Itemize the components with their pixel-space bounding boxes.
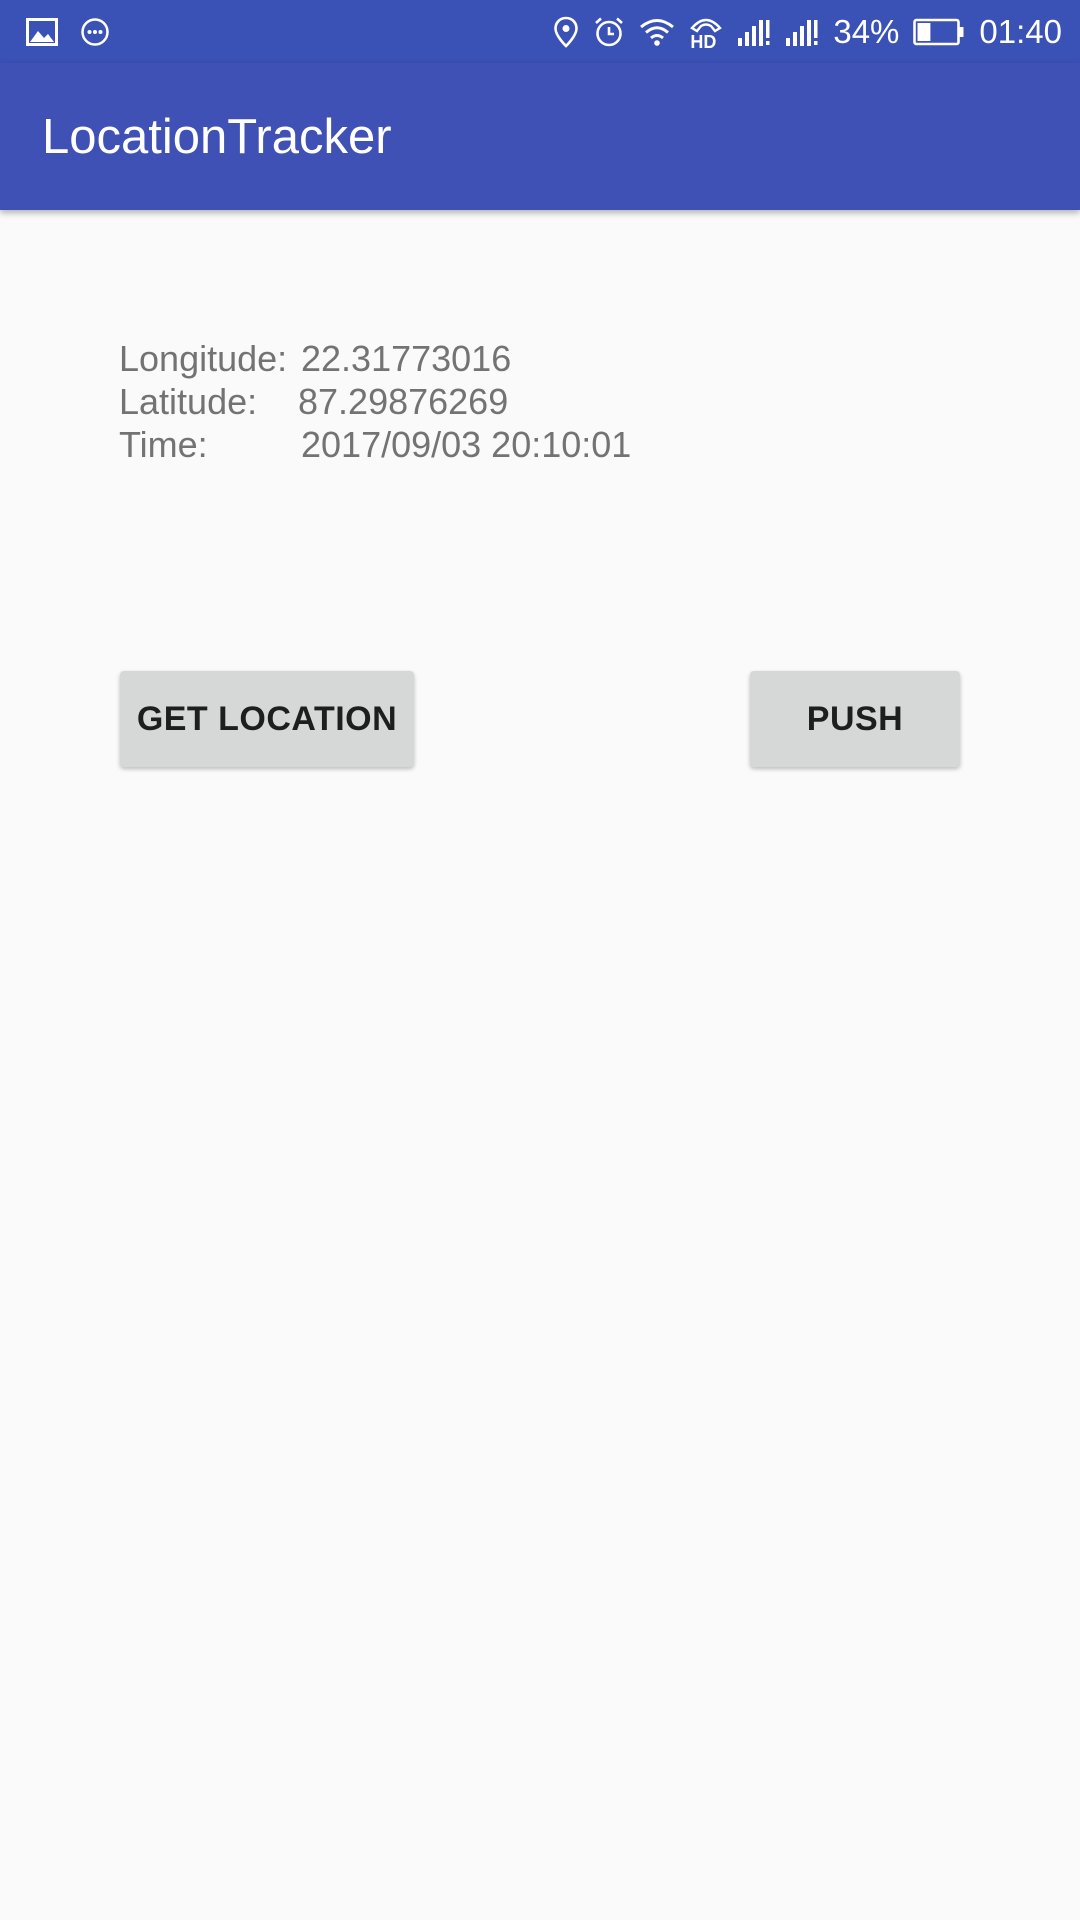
- image-icon: [26, 18, 58, 46]
- get-location-button[interactable]: GET LOCATION: [120, 671, 414, 767]
- chat-bubble-icon: [80, 17, 110, 47]
- app-title: LocationTracker: [42, 110, 392, 164]
- status-bar: HD 34% 01:40: [0, 0, 1080, 63]
- time-label: Time:: [119, 424, 208, 465]
- signal-icon: [785, 17, 819, 47]
- location-pin-icon: [553, 16, 579, 48]
- time-value: 2017/09/03 20:10:01: [301, 424, 632, 465]
- status-bar-left: [26, 14, 110, 50]
- alarm-icon: [593, 16, 625, 48]
- push-button[interactable]: PUSH: [750, 671, 960, 767]
- latitude-label: Latitude:: [119, 381, 258, 422]
- wifi-icon: [639, 17, 675, 47]
- battery-percent: 34%: [833, 13, 900, 50]
- signal-icon: [737, 17, 771, 47]
- latitude-value: 87.29876269: [298, 381, 509, 422]
- app-bar: LocationTracker: [0, 63, 1080, 210]
- clock: 01:40: [979, 13, 1062, 50]
- hd-call-icon: HD: [689, 12, 723, 52]
- longitude-value: 22.31773016: [301, 338, 512, 379]
- longitude-label: Longitude:: [119, 338, 288, 379]
- hd-label: HD: [690, 32, 717, 52]
- status-bar-right: HD 34% 01:40: [553, 10, 1062, 54]
- battery-icon: [913, 18, 965, 46]
